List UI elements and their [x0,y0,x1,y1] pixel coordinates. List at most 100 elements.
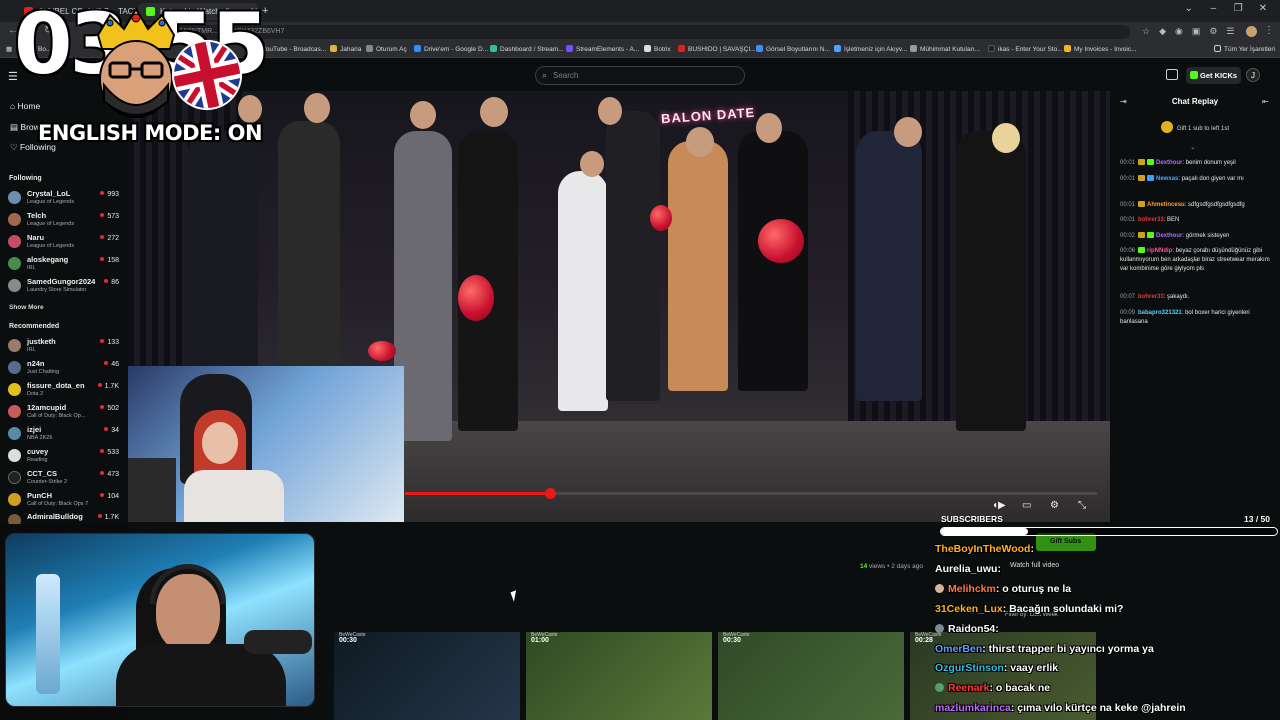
bookmark-item[interactable]: Dashboard / Stream... [490,45,564,53]
bookmark-item[interactable]: ikas - Enter Your Sto... [988,45,1063,53]
bookmark-item[interactable]: StreamElements - A... [566,45,639,53]
viewer-count: 104 [100,493,119,500]
profile-avatar[interactable] [1246,26,1257,37]
search-input[interactable]: ⌕ Search [535,66,745,85]
overlay-chat-message: Raidon54: [935,623,999,635]
autoplay-toggle[interactable]: ◖▶ [992,500,1006,511]
channel-item[interactable]: Naru League of Legends 272 [8,233,122,253]
close-icon[interactable]: ✕ [1252,3,1274,14]
viewer-count: 86 [104,279,119,286]
channel-item[interactable]: CCT_CS Counter-Strike 2 473 [8,469,122,489]
subscriber-goal: SUBSCRIBERS 13 / 50 [938,512,1280,538]
channel-item[interactable]: aloskegang IRL 158 [8,255,122,275]
channel-name: aloskegang [27,255,69,264]
channel-item[interactable]: justketh IRL 133 [8,337,122,357]
bookmark-item[interactable]: Mühimmat Kutuları... [910,45,980,53]
bookmark-favicon-icon [330,45,337,52]
channel-name: Naru [27,233,45,242]
search-icon: ⌕ [542,70,548,80]
overlay-chat-message: mazlumkarinca: çıma vılo kürtçe na keke … [935,702,1186,714]
viewer-count: 158 [100,257,119,264]
viewer-count: 1.7K [98,383,119,390]
settings-icon[interactable]: ⚙ [1050,500,1059,511]
bookmark-item[interactable]: My Invoices - Invoic... [1064,45,1137,53]
channel-category: Just Chatting [27,369,60,375]
apps-icon[interactable]: ▦ [6,45,12,53]
get-kicks-button[interactable]: Get KICKs [1186,67,1241,84]
show-more-button[interactable]: Show More [9,304,44,311]
video-progress-bar[interactable] [405,488,1097,499]
channel-item[interactable]: cuvey Reading 533 [8,447,122,467]
chat-message: 00:01 bohrer33: BEN [1120,217,1180,223]
user-avatar[interactable]: J [1246,68,1260,82]
channel-item[interactable]: PunCH Call of Duty: Black Ops 7 104 [8,491,122,511]
chat-replay-panel: ⇥ Chat Replay ⇤ Gift 1 sub to Ieft 1st ⌄… [1110,91,1280,522]
badge-icon [1147,159,1155,165]
channel-category: League of Legends [27,221,75,227]
extension-icons[interactable]: ☆◆◉▣⚙☰ [1142,26,1243,37]
bookmark-item[interactable]: İşletmeniz için Akıyv... [834,45,907,53]
bookmark-item[interactable]: Botrix [644,45,671,53]
bookmark-item[interactable]: Görsel Boyutlarını N... [756,45,830,53]
overlay-chat-message: Reenark: o bacak ne [935,682,1050,694]
fullscreen-icon[interactable]: ⤡ [1078,500,1086,511]
bookmark-item[interactable]: Jaharia [330,45,361,53]
head [756,113,782,143]
chevron-down-icon[interactable]: ⌄ [1190,143,1196,151]
maximize-icon[interactable]: ❐ [1227,3,1249,14]
clip-thumbnail[interactable]: BeWeCaste 01:00 [526,632,712,720]
avatar [8,361,21,374]
channel-item[interactable]: SamedGungor2024 Laundry Store Simulator 86 [8,277,122,297]
url-field[interactable]: kick.com/clip_01K6NTMR...KSRASY432ZB6VH7 [120,25,1130,39]
channel-item[interactable]: fissure_dota_en Dota 2 1.7K [8,381,122,401]
avatar [8,383,21,396]
captions-icon[interactable]: ▭ [1022,500,1031,511]
overlay-chat-message: TheBoyInTheWood: [935,543,1034,555]
channel-item[interactable]: Telch League of Legends 573 [8,211,122,231]
viewer-count: 502 [100,405,119,412]
browser-menu-icon[interactable]: ⋮ [1264,25,1274,36]
bookmark-favicon-icon [1064,45,1071,52]
overlay-chat-message: 31Ceken_Lux: Bacağın solundaki mi? [935,603,1124,615]
channel-item[interactable]: izjei NBA 2K26 34 [8,425,122,445]
avatar [8,279,21,292]
body [184,470,284,522]
minimize-icon[interactable]: – [1202,3,1224,14]
overlay-chat-message: Aurelia_uwu: [935,563,1001,575]
chat-message: 00:09 babapro321321: bol boxer harici giy… [1120,310,1250,325]
channel-name: 12amcupid [27,403,67,412]
avatar [8,235,21,248]
chat-popout-icon[interactable]: ⇤ [1262,97,1269,106]
stream-manager-icon[interactable] [1166,69,1178,80]
user-avatar-icon [935,584,944,593]
channel-category: NBA 2K26 [27,435,53,441]
bookmark-favicon-icon [756,45,763,52]
desk [128,458,176,522]
channel-item[interactable]: Crystal_LoL League of Legends 993 [8,189,122,209]
all-bookmarks[interactable]: Tüm Yer İşaretleri [1214,45,1275,53]
bookmark-item[interactable]: Drive'em - Google D... [414,45,488,53]
channel-item[interactable]: AdmiralBulldog 1.7K [8,512,122,524]
clip-thumbnail[interactable]: BeWeCaste 00:30 [718,632,904,720]
head [992,123,1020,153]
tab-search-icon[interactable]: ⌄ [1178,3,1200,14]
head [410,101,436,129]
overlay-chat-message: OzgurStinson: vaay erlik [935,662,1059,674]
chat-message: 00:01 Dexthour: benim donum yeşil [1120,159,1236,166]
sidebar-item-home[interactable]: ⌂ Home [10,101,40,111]
google-icon [834,45,841,52]
channel-name: CCT_CS [27,469,58,478]
viewer-count: 473 [100,471,119,478]
clip-thumbnail[interactable]: BeWeCaste 00:30 [334,632,520,720]
red-balloon [758,219,804,263]
heart-icon: ♡ [10,142,20,152]
gift-banner[interactable]: Gift 1 sub to Ieft 1st [1110,121,1280,133]
channel-item[interactable]: 12amcupid Call of Duty: Black Op... 502 [8,403,122,423]
browse-icon: ▤ [10,122,21,132]
channel-name: cuvey [27,447,49,456]
folder-icon [1214,45,1221,52]
channel-item[interactable]: n24n Just Chatting 46 [8,359,122,379]
bookmark-item[interactable]: Oturum Aç [366,45,407,53]
user-avatar-icon [935,624,944,633]
bookmark-item[interactable]: BUSHIDO | SAVAŞÇI... [678,45,756,53]
